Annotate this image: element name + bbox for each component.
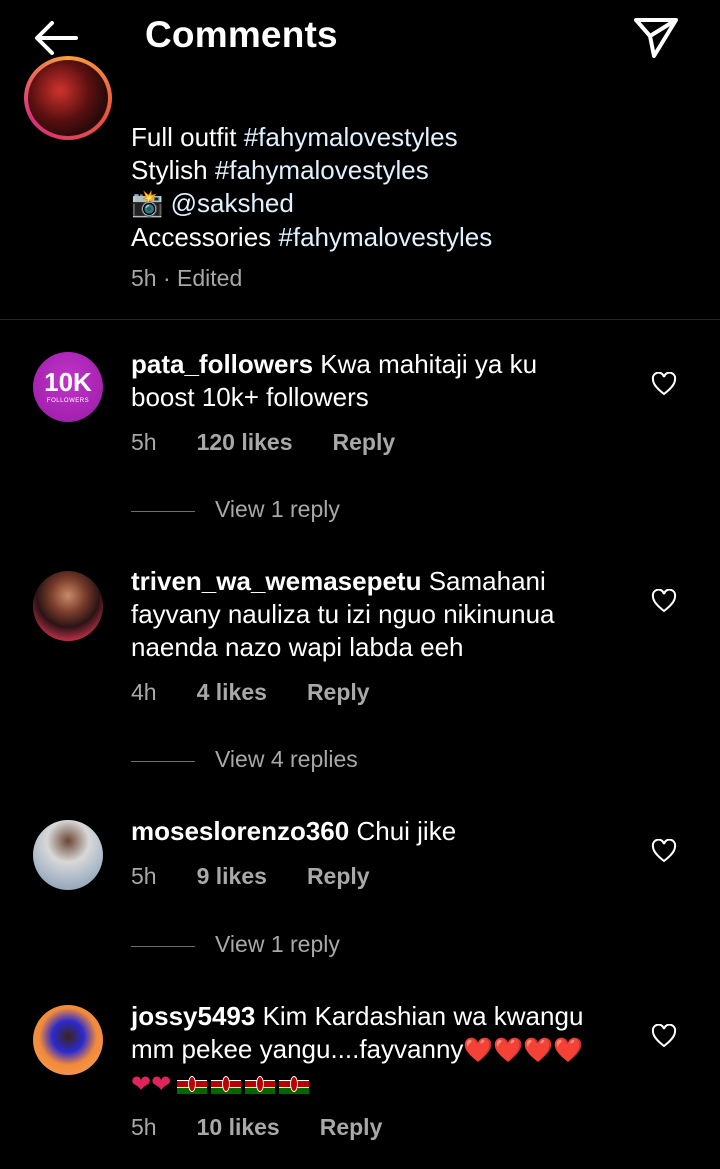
caption-line: Stylish #fahymalovestyles — [131, 155, 429, 185]
page-title: Comments — [145, 14, 338, 55]
avatar-text: 10K — [44, 367, 92, 397]
like-button[interactable] — [651, 838, 677, 863]
avatar[interactable] — [33, 1005, 103, 1075]
share-button[interactable] — [632, 14, 680, 60]
caption-line: Full outfit #fahymalovestyles — [131, 122, 458, 152]
username[interactable]: moseslorenzo360 — [131, 816, 349, 846]
username[interactable]: pata_followers — [131, 349, 313, 379]
comment-body: naenda nazo wapi labda eeh — [131, 632, 464, 662]
comment-body: Kwa mahitaji ya ku — [320, 349, 538, 379]
like-button[interactable] — [651, 371, 677, 396]
kenya-flag-icon — [177, 1074, 208, 1094]
kenya-flag-icon — [211, 1074, 242, 1094]
arrow-left-icon — [35, 21, 78, 55]
hashtag-link[interactable]: #fahymalovestyles — [278, 222, 492, 252]
replies-rule — [131, 946, 195, 947]
username[interactable]: jossy5493 — [131, 1001, 255, 1031]
comment-time: 5h — [131, 863, 157, 889]
comment-time: 4h — [131, 679, 157, 705]
likes-count[interactable]: 4 likes — [197, 679, 267, 706]
reply-button[interactable]: Reply — [320, 1114, 383, 1141]
comment-body: Chui jike — [356, 816, 457, 846]
like-button[interactable] — [651, 588, 677, 613]
comment-meta: 5h 9 likes Reply — [131, 863, 370, 890]
replies-rule — [131, 761, 195, 762]
heart-icon — [651, 1023, 677, 1048]
username[interactable]: triven_wa_wemasepetu — [131, 566, 421, 596]
hashtag-link[interactable]: #fahymalovestyles — [215, 155, 429, 185]
kenya-flag-icon — [245, 1074, 276, 1094]
post-caption: Full outfit #fahymalovestyles Stylish #f… — [131, 121, 691, 254]
heart-emoji: ❤️❤️❤️❤️ — [463, 1036, 583, 1064]
kenya-flag-icon — [279, 1074, 310, 1094]
comment-text: moseslorenzo360 Chui jike — [131, 815, 631, 848]
comment-time: 5h — [131, 1114, 157, 1140]
heart-icon — [651, 838, 677, 863]
hashtag-link[interactable]: #fahymalovestyles — [244, 122, 458, 152]
avatar[interactable] — [33, 820, 103, 890]
comment-meta: 5h 120 likes Reply — [131, 429, 395, 456]
avatar[interactable]: 10K FOLLOWERS — [33, 352, 103, 422]
comment-text: triven_wa_wemasepetu Samahani fayvany na… — [131, 565, 631, 664]
reply-button[interactable]: Reply — [307, 863, 370, 890]
emoji-line: ❤❤ — [131, 1067, 651, 1101]
heart-icon — [651, 371, 677, 396]
avatar[interactable] — [33, 571, 103, 641]
comment-meta: 5h 10 likes Reply — [131, 1114, 382, 1141]
back-button[interactable] — [30, 18, 82, 58]
replies-rule — [131, 511, 195, 512]
author-avatar[interactable] — [24, 56, 112, 140]
reply-button[interactable]: Reply — [333, 429, 396, 456]
comment-time: 5h — [131, 429, 157, 455]
comment-body: Samahani — [428, 566, 546, 596]
caption-line: Accessories #fahymalovestyles — [131, 222, 493, 252]
caption-meta: 5h · Edited — [131, 265, 243, 291]
heart-icon — [651, 588, 677, 613]
reply-button[interactable]: Reply — [307, 679, 370, 706]
paper-plane-icon — [634, 18, 678, 58]
like-button[interactable] — [651, 1023, 677, 1048]
mention-link[interactable]: @sakshed — [163, 188, 294, 218]
likes-count[interactable]: 120 likes — [197, 429, 293, 456]
comment-body: boost 10k+ followers — [131, 382, 369, 412]
comment-body: fayvany nauliza tu izi nguo nikinunua — [131, 599, 555, 629]
comment-text: pata_followers Kwa mahitaji ya ku boost … — [131, 348, 631, 414]
divider — [0, 319, 720, 320]
comment-meta: 4h 4 likes Reply — [131, 679, 370, 706]
top-bar: Comments — [0, 0, 720, 72]
heart-emoji: ❤❤ — [131, 1070, 172, 1098]
avatar-subtext: FOLLOWERS — [46, 398, 90, 404]
caption-line: 📸 @sakshed — [131, 187, 691, 221]
likes-count[interactable]: 9 likes — [197, 863, 267, 890]
comment-text: jossy5493 Kim Kardashian wa kwangu mm pe… — [131, 1000, 651, 1101]
camera-flash-icon: 📸 — [131, 189, 164, 219]
comment-body: mm pekee yangu....fayvanny — [131, 1034, 464, 1064]
comment-body: Kim Kardashian wa kwangu — [262, 1001, 584, 1031]
likes-count[interactable]: 10 likes — [197, 1114, 280, 1141]
